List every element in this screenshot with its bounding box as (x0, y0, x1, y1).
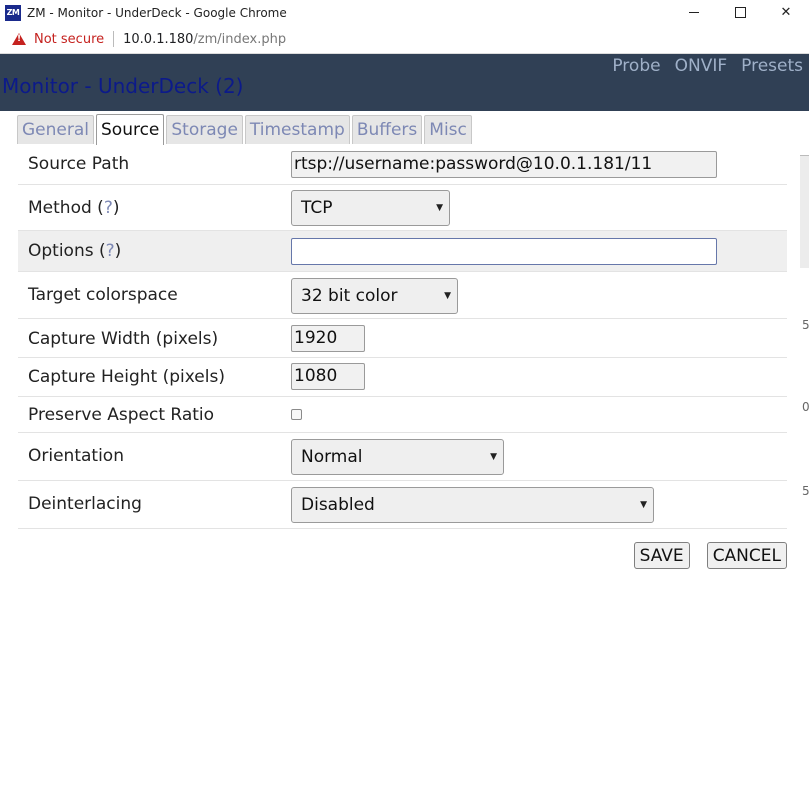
colorspace-row: Target colorspace 32 bit color ▼ (18, 272, 787, 319)
window-title-bar: ZM ZM - Monitor - UnderDeck - Google Chr… (0, 0, 809, 25)
preserve-aspect-checkbox[interactable] (291, 409, 302, 420)
source-path-label: Source Path (28, 154, 130, 174)
window-controls: ✕ (671, 0, 809, 25)
maximize-button[interactable] (717, 0, 763, 25)
capture-width-row: Capture Width (pixels) 1920 (18, 319, 787, 358)
tab-buffers[interactable]: Buffers (351, 115, 423, 144)
chevron-down-icon: ▼ (444, 291, 451, 301)
source-path-input[interactable]: rtsp://username:password@10.0.1.181/11 (291, 151, 717, 178)
chevron-down-icon: ▼ (640, 500, 647, 510)
method-help-link[interactable]: ? (104, 198, 113, 218)
source-path-row: Source Path rtsp://username:password@10.… (18, 144, 787, 185)
preserve-aspect-label: Preserve Aspect Ratio (28, 405, 215, 425)
deinterlacing-row: Deinterlacing Disabled ▼ (18, 481, 787, 529)
deinterlacing-select-value: Disabled (301, 495, 375, 515)
tab-general[interactable]: General (17, 115, 94, 144)
deinterlacing-select[interactable]: Disabled ▼ (291, 487, 654, 523)
security-status[interactable]: Not secure (34, 32, 104, 47)
close-icon: ✕ (780, 5, 792, 20)
orientation-row: Orientation Normal ▼ (18, 433, 787, 481)
tab-timestamp[interactable]: Timestamp (244, 115, 350, 144)
tab-misc[interactable]: Misc (424, 115, 472, 144)
tab-storage[interactable]: Storage (166, 115, 243, 144)
capture-width-label: Capture Width (pixels) (28, 329, 219, 349)
window-title: ZM - Monitor - UnderDeck - Google Chrome (27, 5, 287, 20)
monitor-tabs: General Source Storage Timestamp Buffers… (17, 114, 472, 145)
options-input[interactable] (291, 238, 717, 265)
colorspace-label: Target colorspace (28, 285, 178, 305)
method-select-value: TCP (301, 198, 333, 218)
colorspace-select[interactable]: 32 bit color ▼ (291, 278, 458, 314)
background-text: 5 (802, 318, 809, 332)
capture-height-input[interactable]: 1080 (291, 363, 365, 390)
background-page-strip: 5 0 5 (800, 111, 809, 808)
source-settings-form: Source Path rtsp://username:password@10.… (18, 144, 787, 529)
address-bar[interactable]: Not secure 10.0.1.180/zm/index.php (0, 25, 809, 54)
monitor-header: Probe ONVIF Presets Monitor - UnderDeck … (0, 54, 809, 111)
minimize-button[interactable] (671, 0, 717, 25)
minimize-icon (689, 12, 699, 13)
url-host[interactable]: 10.0.1.180 (123, 32, 193, 47)
save-button[interactable]: SAVE (633, 542, 690, 569)
background-text: 0 (802, 400, 809, 414)
method-row: Method (?) TCP ▼ (18, 185, 787, 231)
chevron-down-icon: ▼ (436, 203, 443, 213)
url-path[interactable]: /zm/index.php (193, 32, 286, 47)
orientation-label: Orientation (28, 446, 124, 466)
probe-link[interactable]: Probe (612, 56, 660, 76)
header-links: Probe ONVIF Presets (612, 56, 803, 76)
address-separator (113, 31, 115, 47)
onvif-link[interactable]: ONVIF (675, 56, 728, 76)
chevron-down-icon: ▼ (490, 452, 497, 462)
method-label-wrap: Method (?) (28, 198, 120, 218)
zm-logo-icon: ZM (5, 4, 21, 21)
presets-link[interactable]: Presets (741, 56, 803, 76)
form-actions: SAVE CANCEL (633, 542, 787, 569)
preserve-aspect-row: Preserve Aspect Ratio (18, 397, 787, 433)
page-title: Monitor - UnderDeck (2) (2, 74, 244, 98)
options-label: Options (28, 241, 94, 261)
colorspace-select-value: 32 bit color (301, 286, 398, 306)
background-text: 5 (802, 484, 809, 498)
orientation-select[interactable]: Normal ▼ (291, 439, 504, 475)
options-row: Options (?) (18, 231, 787, 272)
warning-icon[interactable] (12, 33, 26, 45)
capture-height-row: Capture Height (pixels) 1080 (18, 358, 787, 397)
close-button[interactable]: ✕ (763, 0, 809, 25)
method-label: Method (28, 198, 92, 218)
options-label-wrap: Options (?) (28, 241, 122, 261)
tab-source[interactable]: Source (96, 114, 165, 145)
deinterlacing-label: Deinterlacing (28, 494, 142, 514)
capture-width-input[interactable]: 1920 (291, 325, 365, 352)
orientation-select-value: Normal (301, 447, 363, 467)
background-panel (800, 155, 809, 268)
options-help-link[interactable]: ? (106, 241, 115, 261)
maximize-icon (734, 7, 746, 18)
cancel-button[interactable]: CANCEL (706, 542, 787, 569)
capture-height-label: Capture Height (pixels) (28, 367, 225, 387)
method-select[interactable]: TCP ▼ (291, 190, 450, 226)
